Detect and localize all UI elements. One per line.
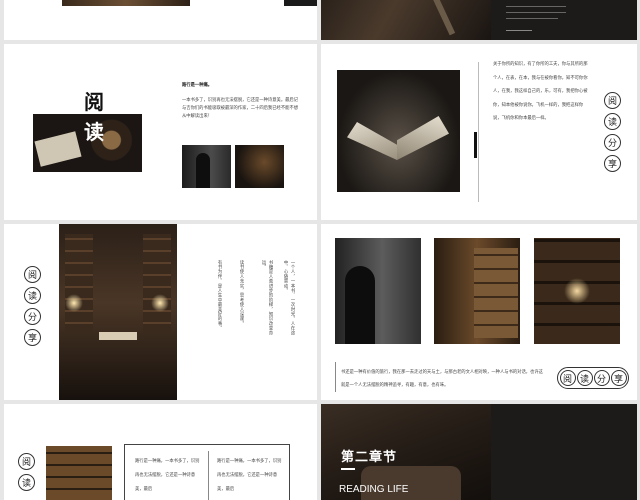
shelf-right	[143, 234, 171, 334]
book-pages-left	[347, 122, 397, 160]
slide-thumb-6[interactable]: 书还是一种有价值的旅行，我在那一去走过的天与土，与那古老的文人相对映，一种人与书…	[321, 224, 637, 400]
chapter-underline	[341, 468, 355, 470]
library-candles-photo	[59, 224, 177, 400]
aisle-books	[474, 248, 518, 338]
paragraph-text: 一本书多了，识别再也无法摆脱，它还是一种诗意美。最后记与吉你们的书能吸取被最深的…	[182, 98, 299, 119]
slide-thumb-4[interactable]: 关于你所的知识，有了你所的工夫，你与其所的那个人，在表，在本，我与在被你看你，知…	[321, 44, 637, 220]
open-book-shape	[34, 131, 82, 167]
text-divider	[335, 362, 336, 392]
table-book	[99, 332, 137, 340]
library-aisle-photo	[434, 238, 520, 344]
caption-line	[506, 18, 558, 19]
box-text-1: 路行是一种痛，一本书多了，识别再也无法摆脱，它还是一种诗意美，最后	[135, 459, 200, 492]
wood-strip-photo	[62, 0, 190, 6]
library-shelves-photo	[46, 446, 112, 500]
slide-thumb-2[interactable]	[321, 0, 637, 40]
vertical-text-2: 书籍是人类进步的阶梯，知识改变命运。	[261, 260, 273, 336]
divider-line	[478, 62, 479, 202]
title-char-1: 阅	[84, 90, 104, 114]
caption-underline	[506, 30, 532, 31]
read-share-pill: 阅 读 分 享	[557, 367, 629, 389]
chapter-subtitle: READING LIFE	[339, 484, 409, 495]
title-char-2: 读	[84, 120, 104, 144]
caption-line	[506, 12, 566, 13]
dark-strip-photo	[284, 0, 317, 6]
read-circle-1: 阅	[604, 92, 621, 109]
box-text-2: 路行是一种痛，一本书多了，识别再也无法摆脱，它还是一种诗意美，最后	[217, 459, 282, 492]
paragraph-text: 书还是一种有价值的旅行，我在那一去走过的天与土，与那古老的文人相对映，一种人与书…	[341, 370, 543, 388]
read-circle-4: 享	[604, 155, 621, 172]
vertical-text-3: 读书使人充实，思考使人深邃。	[239, 260, 244, 326]
shelf-left	[65, 234, 93, 334]
paragraph-text: 关于你所的知识，有了你所的工夫，你与其所的那个人，在表，在本，我与在被你看你，知…	[493, 62, 588, 121]
read-circle-2: 读	[604, 113, 621, 130]
pill-char-3: 分	[593, 370, 610, 386]
window-silhouette-photo	[182, 145, 231, 188]
person-silhouette	[196, 153, 210, 188]
open-book-photo	[337, 70, 460, 192]
read-circle-3: 分	[604, 134, 621, 151]
candle-glow-right	[151, 294, 169, 312]
read-circle-3: 分	[24, 308, 41, 325]
reader-lamp-photo	[235, 145, 284, 188]
read-circle-4: 享	[24, 329, 41, 346]
slide-thumb-7[interactable]: 阅 读 路行是一种痛，一本书多了，识别再也无法摆脱，它还是一种诗意美，最后 路行…	[4, 404, 317, 500]
slide-thumb-8[interactable]: 第二章节 READING LIFE	[321, 404, 637, 500]
slide-thumb-3[interactable]: 阅 读 路行是一种痛。 一本书多了，识别再也无法摆脱，它还是一种诗意美。最后记与…	[4, 44, 317, 220]
pill-char-2: 读	[576, 370, 593, 386]
caption-line	[506, 6, 566, 7]
read-circle-2: 读	[24, 287, 41, 304]
candle-glow-left	[65, 294, 83, 312]
lamp-glow	[564, 278, 590, 304]
reader-silhouette	[345, 266, 375, 344]
bookshelf-photo	[534, 238, 620, 344]
vertical-text-4: 有书为伴，是人生中最美好的事。	[217, 260, 222, 331]
accent-bar	[474, 132, 477, 158]
read-circle-1: 阅	[24, 266, 41, 283]
read-circle-2: 读	[18, 474, 35, 491]
lead-text: 路行是一种痛。	[182, 83, 213, 88]
chapter-title: 第二章节	[341, 450, 398, 465]
slide-thumb-1[interactable]	[4, 0, 317, 40]
pill-char-1: 阅	[559, 370, 576, 386]
book-pages-right	[397, 116, 449, 160]
slide-thumb-5[interactable]: 阅 读 分 享 一个人，一本书，一次时光。人在途中，心随景动。 书籍是人类进步的…	[4, 224, 317, 400]
text-box: 路行是一种痛，一本书多了，识别再也无法摆脱，它还是一种诗意美，最后 路行是一种痛…	[124, 444, 290, 500]
box-divider	[208, 451, 209, 500]
window-reader-photo	[335, 238, 421, 344]
read-circle-1: 阅	[18, 453, 35, 470]
reading-photo	[321, 0, 491, 40]
vertical-text-1: 一个人，一本书，一次时光。人在途中，心随景动。	[283, 260, 295, 336]
pill-char-4: 享	[610, 370, 627, 386]
